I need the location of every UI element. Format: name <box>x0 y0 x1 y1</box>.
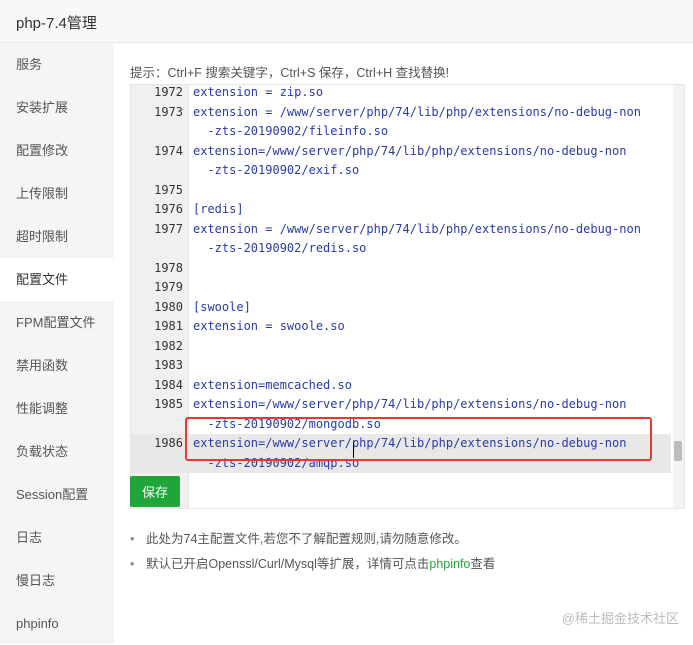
sidebar-item-phpinfo[interactable]: phpinfo <box>0 602 114 645</box>
code-line[interactable]: 1977 extension = /www/server/php/74/lib/p… <box>131 220 671 240</box>
line-number: 1979 <box>154 280 183 294</box>
code-text[interactable]: extension = /www/server/php/74/lib/php/e… <box>193 103 641 123</box>
line-number: 1972 <box>154 85 183 99</box>
note-text: 此处为74主配置文件,若您不了解配置规则,请勿随意修改。 <box>146 532 467 546</box>
code-line[interactable]: 1981 extension = swoole.so <box>131 317 671 337</box>
code-line[interactable]: 1982 <box>131 337 671 357</box>
sidebar-item-session-config[interactable]: Session配置 <box>0 473 114 516</box>
code-text[interactable]: [swoole] <box>193 298 251 318</box>
window-title: php-7.4管理 <box>16 15 97 32</box>
bullet-icon: • <box>130 532 135 546</box>
code-text[interactable]: extension = /www/server/php/74/lib/php/e… <box>193 220 641 240</box>
bullet-icon: • <box>130 557 135 571</box>
code-line[interactable]: 1980 [swoole] <box>131 298 671 318</box>
sidebar-item-timeout-limit[interactable]: 超时限制 <box>0 215 114 258</box>
sidebar-item-fpm-config-file[interactable]: FPM配置文件 <box>0 301 114 344</box>
line-number: 1986 <box>154 436 183 450</box>
line-number: 1976 <box>154 202 183 216</box>
code-line[interactable]: 1984 extension=memcached.so <box>131 376 671 396</box>
line-number: 1985 <box>154 397 183 411</box>
editor-scrollbar[interactable] <box>673 85 684 508</box>
code-line[interactable]: 1972 extension = zip.so <box>131 85 671 103</box>
code-text[interactable]: -zts-20190902/redis.so <box>193 239 366 259</box>
code-text[interactable]: extension=/www/server/php/74/lib/php/ext… <box>193 142 626 162</box>
scrollbar-thumb[interactable] <box>674 441 682 461</box>
code-line[interactable]: 1975 <box>131 181 671 201</box>
code-line[interactable]: 1976 [redis] <box>131 200 671 220</box>
code-line[interactable]: 1979 <box>131 278 671 298</box>
code-text[interactable]: [redis] <box>193 200 244 220</box>
sidebar-item-log[interactable]: 日志 <box>0 516 114 559</box>
code-line[interactable]: -zts-20190902/exif.so <box>131 161 671 181</box>
code-line[interactable]: -zts-20190902/redis.so <box>131 239 671 259</box>
line-number: 1984 <box>154 377 183 392</box>
code-lines[interactable]: 1972 extension = zip.so 1973 extension = /… <box>131 85 671 473</box>
note-text-suffix: 查看 <box>470 557 496 571</box>
code-line[interactable]: -zts-20190902/fileinfo.so <box>131 122 671 142</box>
code-line[interactable]: 1974 extension=/www/server/php/74/lib/php… <box>131 142 671 162</box>
line-number: 1973 <box>154 104 183 119</box>
code-line[interactable]: 1973 extension = /www/server/php/74/lib/p… <box>131 103 671 123</box>
code-text[interactable]: extension = zip.so <box>193 85 323 103</box>
line-number: 1982 <box>154 338 183 353</box>
sidebar-item-upload-limit[interactable]: 上传限制 <box>0 172 114 215</box>
sidebar-item-load-status[interactable]: 负载状态 <box>0 430 114 473</box>
list-item: • 此处为74主配置文件,若您不了解配置规则,请勿随意修改。 <box>130 527 495 552</box>
code-line[interactable]: 1978 <box>131 259 671 279</box>
sidebar-item-config-file[interactable]: 配置文件 <box>0 258 114 301</box>
code-editor[interactable]: 1972 extension = zip.so 1973 extension = /… <box>130 84 685 509</box>
sidebar-item-slow-log[interactable]: 慢日志 <box>0 559 114 602</box>
save-button[interactable]: 保存 <box>130 476 180 507</box>
list-item: • 默认已开启Openssl/Curl/Mysql等扩展，详情可点击phpinfo… <box>130 552 495 577</box>
code-text[interactable]: -zts-20190902/exif.so <box>193 161 359 181</box>
editor-hint: 提示：Ctrl+F 搜索关键字，Ctrl+S 保存，Ctrl+H 查找替换! <box>130 66 450 80</box>
line-number: 1983 <box>154 358 183 372</box>
watermark: @稀土掘金技术社区 <box>561 611 679 626</box>
line-number: 1981 <box>154 319 183 333</box>
sidebar-item-install-extension[interactable]: 安装扩展 <box>0 86 114 129</box>
sidebar-item-config-modify[interactable]: 配置修改 <box>0 129 114 172</box>
text-cursor <box>353 442 354 458</box>
line-number: 1974 <box>154 143 183 158</box>
title-bar: php-7.4管理 <box>0 0 693 43</box>
note-text: 默认已开启Openssl/Curl/Mysql等扩展，详情可点击 <box>146 557 430 571</box>
highlight-annotation-box <box>185 417 652 461</box>
code-text[interactable]: -zts-20190902/fileinfo.so <box>193 122 388 142</box>
phpinfo-link[interactable]: phpinfo <box>429 557 470 571</box>
code-text[interactable]: extension = swoole.so <box>193 317 345 337</box>
sidebar: 服务 安装扩展 配置修改 上传限制 超时限制 配置文件 FPM配置文件 禁用函数… <box>0 43 114 644</box>
line-number: 1975 <box>154 182 183 197</box>
sidebar-item-disabled-functions[interactable]: 禁用函数 <box>0 344 114 387</box>
line-number: 1977 <box>154 221 183 236</box>
line-number: 1980 <box>154 299 183 314</box>
sidebar-item-service[interactable]: 服务 <box>0 43 114 86</box>
code-line[interactable]: 1985 extension=/www/server/php/74/lib/php… <box>131 395 671 415</box>
main-panel: 提示：Ctrl+F 搜索关键字，Ctrl+S 保存，Ctrl+H 查找替换! 1… <box>114 43 693 644</box>
sidebar-item-performance-tuning[interactable]: 性能调整 <box>0 387 114 430</box>
line-number: 1978 <box>154 260 183 275</box>
code-text[interactable]: extension=memcached.so <box>193 376 352 396</box>
notes-list: • 此处为74主配置文件,若您不了解配置规则,请勿随意修改。 • 默认已开启Open… <box>130 527 495 577</box>
code-line[interactable]: 1983 <box>131 356 671 376</box>
code-text[interactable]: extension=/www/server/php/74/lib/php/ext… <box>193 395 626 415</box>
